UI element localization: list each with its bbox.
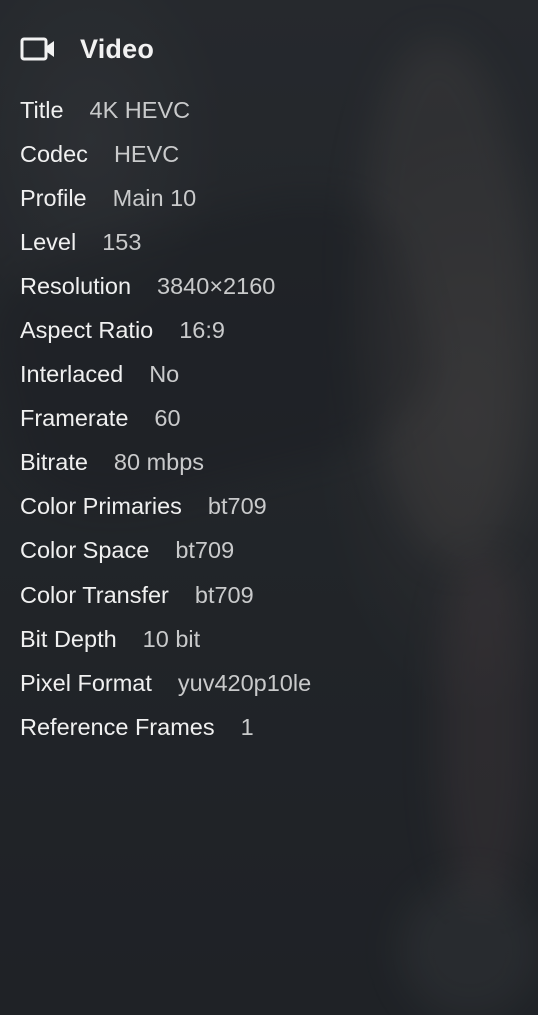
property-value: 60	[154, 405, 181, 432]
property-value: yuv420p10le	[177, 669, 312, 696]
property-label: Aspect Ratio	[20, 317, 154, 344]
video-camera-icon	[20, 36, 56, 62]
property-label: Color Primaries	[20, 493, 182, 520]
property-row-title: Title 4K HEVC	[20, 88, 518, 132]
property-value: bt709	[207, 493, 267, 520]
video-info-panel: Video Title 4K HEVC Codec HEVC Profile M…	[20, 30, 518, 749]
property-row-level: Level 153	[20, 220, 518, 264]
panel-title: Video	[80, 33, 155, 64]
property-label: Pixel Format	[20, 669, 152, 696]
property-label: Resolution	[20, 272, 132, 299]
property-value: 4K HEVC	[89, 96, 191, 123]
property-row-codec: Codec HEVC	[20, 132, 518, 176]
property-row-bit-depth: Bit Depth 10 bit	[20, 617, 518, 661]
property-row-bitrate: Bitrate 80 mbps	[20, 441, 518, 485]
property-label: Bitrate	[20, 449, 88, 476]
property-row-reference-frames: Reference Frames 1	[20, 705, 518, 749]
property-row-resolution: Resolution 3840×2160	[20, 264, 518, 308]
property-label: Profile	[20, 184, 87, 211]
property-row-color-transfer: Color Transfer bt709	[20, 573, 518, 617]
property-label: Interlaced	[20, 361, 124, 388]
property-row-pixel-format: Pixel Format yuv420p10le	[20, 661, 518, 705]
property-value: 3840×2160	[157, 272, 276, 299]
property-label: Reference Frames	[20, 713, 215, 740]
property-label: Color Transfer	[20, 581, 169, 608]
property-value: bt709	[175, 537, 235, 564]
property-row-framerate: Framerate 60	[20, 397, 518, 441]
property-label: Title	[20, 96, 64, 123]
property-label: Codec	[20, 140, 88, 167]
property-label: Bit Depth	[20, 625, 117, 652]
property-label: Framerate	[20, 405, 129, 432]
property-row-color-primaries: Color Primaries bt709	[20, 485, 518, 529]
property-row-aspect-ratio: Aspect Ratio 16:9	[20, 308, 518, 352]
property-row-color-space: Color Space bt709	[20, 529, 518, 573]
property-label: Level	[20, 228, 77, 255]
property-value: 153	[102, 228, 142, 255]
property-value: 1	[240, 713, 254, 740]
property-value: HEVC	[113, 140, 180, 167]
property-row-interlaced: Interlaced No	[20, 353, 518, 397]
property-value: bt709	[194, 581, 254, 608]
property-value: 10 bit	[142, 625, 201, 652]
panel-header: Video	[20, 30, 518, 68]
property-label: Color Space	[20, 537, 150, 564]
property-value: 16:9	[179, 317, 225, 344]
property-row-profile: Profile Main 10	[20, 176, 518, 220]
property-list: Title 4K HEVC Codec HEVC Profile Main 10…	[20, 88, 518, 749]
property-value: 80 mbps	[113, 449, 205, 476]
property-value: Main 10	[112, 184, 197, 211]
property-value: No	[149, 361, 180, 388]
